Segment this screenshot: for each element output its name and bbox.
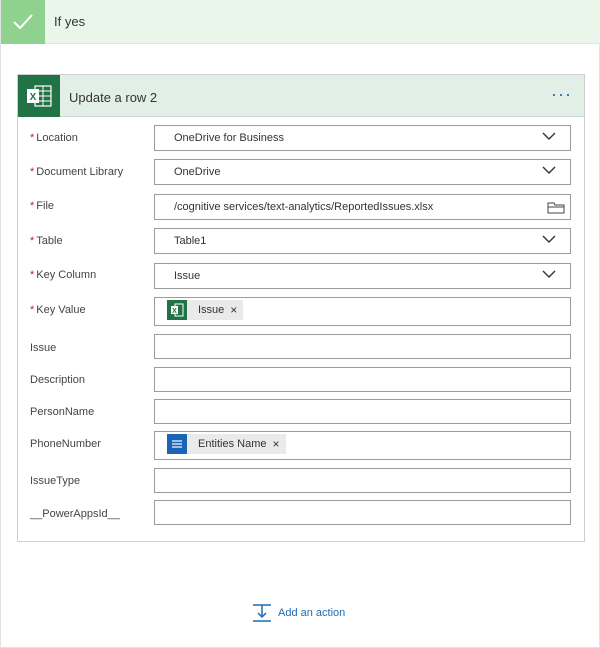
list-icon	[167, 434, 187, 454]
checkmark-icon	[1, 0, 45, 44]
card-header[interactable]: X Update a row 2 ···	[18, 75, 584, 117]
description-input[interactable]	[154, 367, 571, 392]
field-label: * Document Library	[30, 166, 124, 178]
field-label: PersonName	[30, 406, 95, 418]
field-label: PhoneNumber	[30, 438, 101, 450]
update-row-card: X Update a row 2 ··· * Location OneDrive …	[17, 74, 585, 542]
person-name-input[interactable]	[154, 399, 571, 424]
file-picker-field[interactable]: /cognitive services/text-analytics/Repor…	[154, 194, 571, 220]
chevron-down-icon	[542, 132, 556, 140]
branch-header[interactable]: If yes	[1, 0, 600, 44]
field-label: Description	[30, 374, 86, 386]
excel-icon: X	[167, 300, 187, 320]
powerapps-id-input[interactable]	[154, 500, 571, 525]
chevron-down-icon	[542, 235, 556, 243]
remove-token-icon[interactable]: ×	[270, 437, 285, 451]
key-column-dropdown[interactable]: Issue	[154, 263, 571, 289]
chevron-down-icon	[542, 270, 556, 278]
field-label: * Location	[30, 132, 78, 144]
if-yes-branch: If yes X Update a row 2 ··· * Location O…	[0, 0, 600, 648]
table-dropdown[interactable]: Table1	[154, 228, 571, 254]
add-action-label: Add an action	[278, 607, 346, 619]
issue-type-input[interactable]	[154, 468, 571, 493]
phone-number-field[interactable]: Entities Name ×	[154, 431, 571, 460]
field-label: __PowerAppsId__	[30, 508, 120, 520]
field-label: * Key Value	[30, 304, 86, 316]
svg-text:X: X	[30, 92, 37, 103]
field-label: IssueType	[30, 475, 81, 487]
key-value-field[interactable]: X Issue ×	[154, 297, 571, 326]
location-dropdown[interactable]: OneDrive for Business	[154, 125, 571, 151]
field-label: Issue	[30, 342, 57, 354]
more-options-icon[interactable]: ···	[551, 85, 572, 103]
branch-title: If yes	[54, 14, 86, 29]
insert-action-icon	[253, 604, 271, 622]
issue-input[interactable]	[154, 334, 571, 359]
svg-text:X: X	[172, 308, 177, 315]
field-label: * File	[30, 200, 55, 212]
document-library-dropdown[interactable]: OneDrive	[154, 159, 571, 185]
card-title: Update a row 2	[69, 90, 158, 105]
folder-icon[interactable]	[547, 201, 565, 214]
dynamic-content-token[interactable]: Entities Name ×	[167, 434, 286, 454]
excel-icon: X	[18, 75, 60, 117]
field-label: * Key Column	[30, 269, 97, 281]
remove-token-icon[interactable]: ×	[228, 303, 243, 317]
add-action-button[interactable]: Add an action	[252, 603, 345, 623]
dynamic-content-token[interactable]: X Issue ×	[167, 300, 244, 320]
field-label: * Table	[30, 235, 63, 247]
chevron-down-icon	[542, 166, 556, 174]
